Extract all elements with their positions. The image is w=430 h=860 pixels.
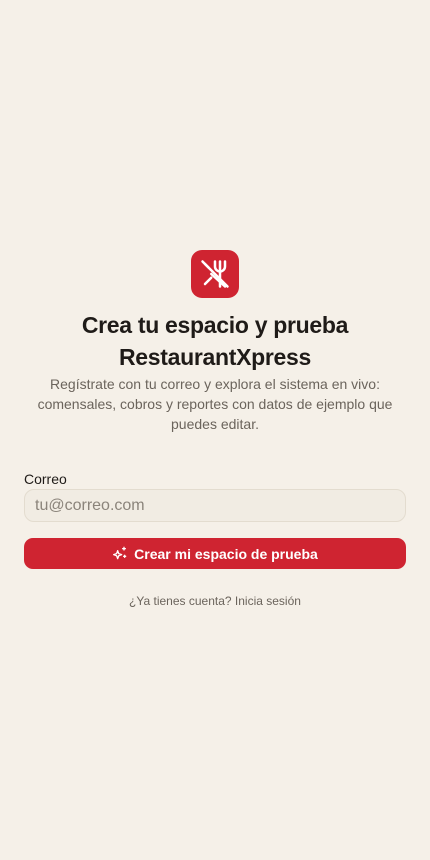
login-link[interactable]: ¿Ya tienes cuenta? Inicia sesión	[0, 594, 430, 608]
utensils-off-icon	[201, 260, 229, 288]
page-subtitle: Regístrate con tu correo y explora el si…	[37, 376, 393, 432]
email-field[interactable]	[24, 489, 406, 522]
app-logo	[191, 250, 239, 298]
create-trial-button-label: Crear mi espacio de prueba	[134, 545, 318, 562]
email-label: Correo	[24, 471, 67, 487]
create-trial-button[interactable]: Crear mi espacio de prueba	[24, 538, 406, 569]
page-title: Crea tu espacio y prueba RestaurantXpres…	[81, 312, 349, 370]
sparkles-icon	[113, 546, 127, 559]
